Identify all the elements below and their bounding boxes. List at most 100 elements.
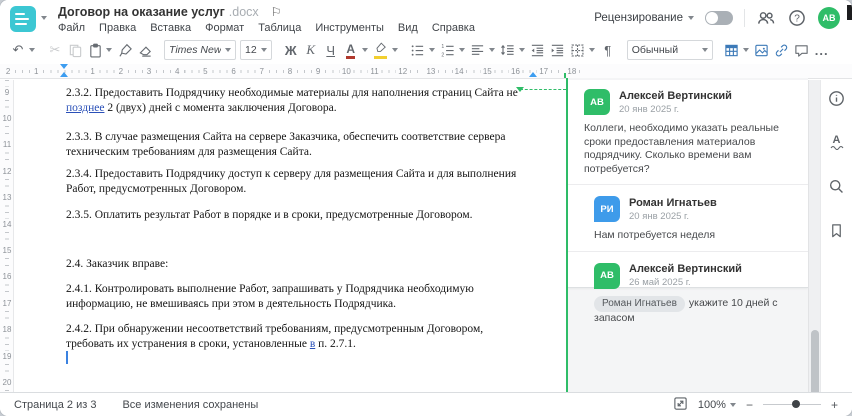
user-avatar[interactable]: АВ xyxy=(818,7,840,29)
show-formatting-marks-button[interactable]: ¶ xyxy=(598,39,618,61)
menu-item[interactable]: Правка xyxy=(99,22,136,34)
clear-style-button[interactable] xyxy=(135,39,155,61)
undo-caret-icon[interactable] xyxy=(29,48,35,52)
line-spacing-caret-icon[interactable] xyxy=(518,48,525,52)
comment-button[interactable] xyxy=(792,39,812,61)
chevron-down-icon xyxy=(701,48,708,52)
font-size-select[interactable]: 12 xyxy=(240,40,272,60)
search-icon[interactable] xyxy=(828,177,846,195)
zoom-value-dropdown[interactable]: 100% xyxy=(698,399,736,411)
paragraph-2-4-2: 2.4.2. При обнаружении несоответствий тр… xyxy=(66,323,484,350)
document-page[interactable]: 2.3.2. Предоставить Подрядчику необходим… xyxy=(14,80,566,392)
paragraph-2-3-5: 2.3.5. Оплатить результат Работ в порядк… xyxy=(66,209,473,221)
vertical-ruler[interactable]: 9 10 11 12 13 14 15 16 17 18 19 20 xyxy=(0,80,14,392)
chevron-down-icon xyxy=(688,16,694,20)
first-line-indent-marker[interactable] xyxy=(60,64,68,69)
numbered-list-button[interactable]: 12 xyxy=(438,39,458,61)
fit-width-button[interactable] xyxy=(673,396,688,414)
zoom-in-button[interactable]: + xyxy=(831,398,838,412)
bookmark-icon[interactable] xyxy=(828,221,846,239)
menubar: Файл Правка Вставка Формат Таблица Инструмент… xyxy=(58,22,475,34)
cut-button[interactable]: ✂ xyxy=(45,39,65,61)
spellcheck-icon[interactable]: А xyxy=(828,133,846,151)
review-toggle[interactable] xyxy=(705,11,733,25)
undo-button[interactable]: ↶ xyxy=(8,39,28,61)
increase-indent-button[interactable] xyxy=(548,39,568,61)
paste-button[interactable] xyxy=(85,39,105,61)
borders-caret-icon[interactable] xyxy=(588,48,595,52)
menu-item[interactable]: Формат xyxy=(205,22,244,34)
table-caret-icon[interactable] xyxy=(742,48,749,52)
insert-table-button[interactable] xyxy=(722,39,742,61)
collaboration-users-icon[interactable] xyxy=(756,8,776,28)
paste-caret-icon[interactable] xyxy=(106,48,112,52)
align-left-button[interactable] xyxy=(468,39,488,61)
comment-author: Алексей Вертинский xyxy=(619,89,732,102)
mention-chip[interactable]: Роман Игнатьев xyxy=(594,295,685,312)
save-status: Все изменения сохранены xyxy=(122,398,259,411)
document-text: 2.3.2. Предоставить Подрядчику необходим… xyxy=(66,86,530,352)
comment-date: 20 янв 2025 г. xyxy=(619,103,680,115)
bold-button[interactable]: Ж xyxy=(281,39,301,61)
font-color-button[interactable]: А xyxy=(341,39,361,61)
menu-item[interactable]: Инструменты xyxy=(315,22,384,34)
format-painter-button[interactable] xyxy=(115,39,135,61)
flag-icon[interactable]: ⚐ xyxy=(271,5,282,19)
page-indicator[interactable]: Страница 2 из 3 xyxy=(14,399,96,411)
comment-date: 20 янв 2025 г. xyxy=(629,210,690,222)
chevron-down-icon xyxy=(729,402,736,407)
help-icon[interactable]: ? xyxy=(787,8,807,28)
app-menu-caret-icon[interactable] xyxy=(41,16,47,20)
numbered-list-caret-icon[interactable] xyxy=(458,48,465,52)
document-title-row: Договор на оказание услуг .docx ⚐ xyxy=(58,5,281,19)
copy-button[interactable] xyxy=(65,39,85,61)
right-indent-marker[interactable] xyxy=(529,72,537,77)
left-indent-marker[interactable] xyxy=(60,72,68,77)
ruler-numbers: 2 1 1 2 3 4 5 6 7 8 9 10 11 12 13 14 15 16 17 18 xyxy=(3,67,579,76)
comment-avatar: АВ xyxy=(594,262,620,289)
toolbar: ↶ ✂ Times New ... 12 Ж К Ч А xyxy=(0,36,852,64)
document-info-icon[interactable] xyxy=(828,89,846,107)
line-spacing-button[interactable] xyxy=(498,39,518,61)
menu-item[interactable]: Вставка xyxy=(150,22,191,34)
horizontal-ruler[interactable]: 2 1 1 2 3 4 5 6 7 8 9 10 11 12 13 14 15 16 17 18 xyxy=(0,64,852,79)
font-color-caret-icon[interactable] xyxy=(361,48,368,52)
svg-text:2: 2 xyxy=(442,52,445,58)
review-mode-label: Рецензирование xyxy=(594,12,683,24)
paragraph-style-select[interactable]: Обычный xyxy=(626,40,713,60)
comment-1: РИ Роман Игнатьев 20 янв 2025 г. Нам пот… xyxy=(568,187,808,251)
highlight-color-button[interactable] xyxy=(371,39,391,61)
comment-text: Нам потребуется неделя xyxy=(594,229,716,241)
right-sidebar: А xyxy=(820,80,852,392)
menu-item[interactable]: Файл xyxy=(58,22,85,34)
status-bar: Страница 2 из 3 Все изменения сохранены … xyxy=(0,392,852,416)
comment-thread-card[interactable]: АВ Алексей Вертинский 20 янв 2025 г. Кол… xyxy=(568,80,808,324)
paragraph-borders-button[interactable] xyxy=(568,39,588,61)
highlight-caret-icon[interactable] xyxy=(391,48,398,52)
review-mode-dropdown[interactable]: Рецензирование xyxy=(594,12,694,24)
menu-item[interactable]: Справка xyxy=(432,22,475,34)
bullet-list-button[interactable] xyxy=(408,39,428,61)
paragraph-2-4-1: 2.4.1. Контролировать выполнение Работ, … xyxy=(66,283,474,310)
zoom-out-button[interactable]: − xyxy=(746,398,753,412)
svg-text:1: 1 xyxy=(442,44,445,50)
zoom-slider[interactable] xyxy=(762,400,821,409)
zoom-slider-knob[interactable] xyxy=(791,400,800,409)
decrease-indent-button[interactable] xyxy=(528,39,548,61)
bullet-list-caret-icon[interactable] xyxy=(428,48,435,52)
inserted-text: позднее xyxy=(66,102,105,114)
menu-item[interactable]: Вид xyxy=(398,22,418,34)
app-logo-icon[interactable] xyxy=(10,6,36,32)
underline-button[interactable]: Ч xyxy=(321,39,341,61)
more-tools-button[interactable]: ... xyxy=(812,39,832,61)
italic-button[interactable]: К xyxy=(301,39,321,61)
font-name-select[interactable]: Times New ... xyxy=(164,40,236,60)
screen-edge-artifact xyxy=(847,5,852,20)
paragraph-2-3-2: 2.3.2. Предоставить Подрядчику необходим… xyxy=(66,87,518,114)
menu-item[interactable]: Таблица xyxy=(258,22,301,34)
insert-image-button[interactable] xyxy=(752,39,772,61)
align-caret-icon[interactable] xyxy=(488,48,495,52)
header-divider xyxy=(744,9,745,27)
vertical-scrollbar[interactable] xyxy=(808,80,820,416)
insert-link-button[interactable] xyxy=(772,39,792,61)
